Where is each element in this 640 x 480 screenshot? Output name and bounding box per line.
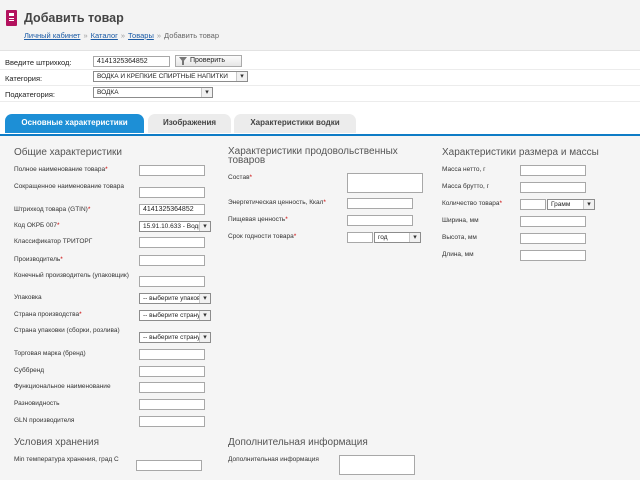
quantity-unit-select[interactable]: Грамм [547,199,595,210]
additional-info-textarea[interactable] [339,455,415,475]
net-mass-input[interactable] [520,165,586,176]
composition-label: Состав* [228,174,253,181]
producer-input[interactable] [139,255,205,266]
divider [0,69,640,70]
section-title-food: Характеристики продовольственных товаров [228,146,398,166]
country-label: Страна производства* [14,311,82,318]
gtin-label: Штрихкод товара (GTIN)* [14,206,91,213]
section-title-general: Общие характеристики [14,147,123,158]
brand-label: Торговая марка (бренд) [14,350,86,357]
package-select[interactable]: -- выберите упаков [139,293,211,304]
length-label: Длина, мм [442,251,474,258]
variety-label: Разновидность [14,400,60,407]
end-producer-input[interactable] [139,276,205,287]
breadcrumb-link-catalog[interactable]: Каталог [91,31,118,40]
document-icon [6,10,17,26]
barcode-label: Введите штрихкод: [5,58,72,67]
barcode-input[interactable]: 4141325364852 [93,56,170,67]
energy-label: Энергетическая ценность, Ккал* [228,199,326,206]
pack-country-select[interactable]: -- выберите страну [139,332,211,343]
producer-label: Производитель* [14,256,63,263]
gross-mass-input[interactable] [520,182,586,193]
full-name-label: Полное наименование товара* [14,166,108,173]
tab-main-characteristics[interactable]: Основные характеристики [5,114,144,133]
energy-input[interactable] [347,198,413,209]
min-temp-input[interactable] [136,460,202,471]
section-title-size: Характеристики размера и массы [442,147,599,158]
end-producer-label: Конечный производитель (упаковщик) [14,272,129,279]
func-name-label: Функциональное наименование [14,383,111,390]
height-label: Высота, мм [442,234,477,241]
width-label: Ширина, мм [442,217,479,224]
category-label: Категория: [5,74,43,83]
breadcrumb-link-products[interactable]: Товары [128,31,154,40]
gtin-input[interactable]: 4141325364852 [139,204,205,215]
subcategory-select[interactable]: ВОДКА [93,87,213,98]
tab-images[interactable]: Изображения [148,114,231,133]
tritorg-label: Классификатор ТРИТОРГ [14,238,93,245]
filter-icon [179,57,187,65]
divider [0,101,640,102]
country-select[interactable]: -- выберите страну [139,310,211,321]
length-input[interactable] [520,250,586,261]
height-input[interactable] [520,233,586,244]
breadcrumb-current: Добавить товар [164,31,220,40]
shelf-life-input[interactable] [347,232,373,243]
package-label: Упаковка [14,294,42,301]
gross-mass-label: Масса брутто, г [442,183,490,190]
shelf-life-unit-select[interactable]: год [374,232,421,243]
min-temp-label: Min температура хранения, град С [14,456,119,463]
gln-input[interactable] [139,416,205,427]
shelf-life-label: Срок годности товара* [228,233,297,240]
page-header [0,0,640,51]
short-name-label: Сокращенное наименование товара [14,183,124,190]
full-name-input[interactable] [139,165,205,176]
section-title-additional: Дополнительная информация [228,437,368,448]
tritorg-input[interactable] [139,237,205,248]
brand-input[interactable] [139,349,205,360]
page-title: Добавить товар [24,11,124,25]
quantity-label: Количество товара* [442,200,502,207]
variety-input[interactable] [139,399,205,410]
quantity-input[interactable] [520,199,546,210]
breadcrumb-link-cabinet[interactable]: Личный кабинет [24,31,80,40]
composition-textarea[interactable] [347,173,423,193]
category-select[interactable]: ВОДКА И КРЕПКИЕ СПИРТНЫЕ НАПИТКИ [93,71,248,82]
section-title-storage: Условия хранения [14,437,100,448]
net-mass-label: Масса нетто, г [442,166,486,173]
breadcrumb: Личный кабинет» Каталог» Товары» Добавить т… [24,31,220,40]
okpd-select[interactable]: 15.91.10.633 - Водк [139,221,211,232]
pack-country-label: Страна упаковки (сборки, розлива) [14,327,120,334]
gln-label: GLN производителя [14,417,75,424]
additional-info-label: Дополнительная информация [228,456,319,463]
short-name-input[interactable] [139,187,205,198]
func-name-input[interactable] [139,382,205,393]
tab-vodka-characteristics[interactable]: Характеристики водки [234,114,356,133]
nutrition-input[interactable] [347,215,413,226]
subbrand-input[interactable] [139,366,205,377]
okpd-label: Код ОКРБ 007* [14,222,60,229]
nutrition-label: Пищевая ценность* [228,216,288,223]
divider [0,85,640,86]
subcategory-label: Подкатегория: [5,90,55,99]
width-input[interactable] [520,216,586,227]
subbrand-label: Суббренд [14,367,45,374]
